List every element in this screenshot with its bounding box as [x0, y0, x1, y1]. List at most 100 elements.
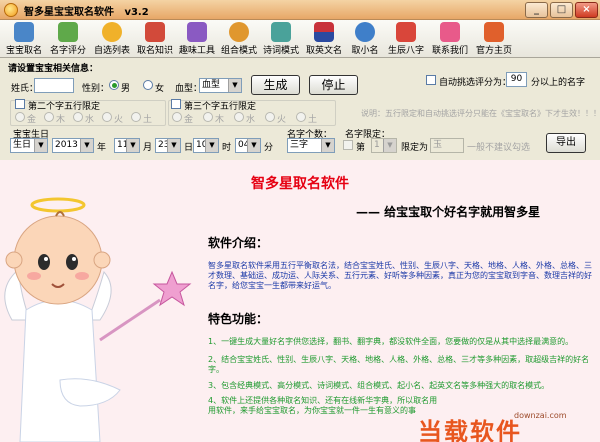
- toolbar-naming-knowledge[interactable]: 取名知识: [134, 22, 176, 57]
- second-char-radio-fire[interactable]: [102, 112, 112, 122]
- toolbar-label: 生辰八字: [387, 46, 424, 56]
- auto-pick-checkbox[interactable]: [426, 75, 436, 85]
- minute-select[interactable]: 04 ▼: [235, 138, 261, 153]
- blood-type-select[interactable]: 血型 ▼: [199, 78, 242, 93]
- toolbar-birth-chart[interactable]: 生辰八字: [384, 22, 428, 57]
- third-char-radio-fire[interactable]: [265, 112, 275, 122]
- fixed-position-select[interactable]: 1 ▼: [371, 138, 397, 153]
- chevron-down-icon: ▼: [383, 139, 396, 152]
- contact-icon: [440, 22, 460, 42]
- home-icon: [484, 22, 504, 42]
- char-count-select[interactable]: 三字 ▼: [287, 138, 335, 153]
- stop-button[interactable]: 停止: [309, 75, 358, 95]
- app-logo-icon: [4, 3, 18, 17]
- toolbar-label: 联系我们: [431, 46, 468, 56]
- third-char-radio-water[interactable]: [234, 112, 244, 122]
- chevron-down-icon: ▼: [80, 139, 93, 152]
- toolbar-official-site[interactable]: 官方主页: [472, 22, 516, 57]
- third-char-radio-wood[interactable]: [203, 112, 213, 122]
- chevron-down-icon: ▼: [126, 139, 139, 152]
- baby-name-icon: [14, 22, 34, 42]
- element-label: 木: [215, 115, 225, 125]
- window-title: 智多星宝宝取名软件 v3.2: [24, 7, 149, 18]
- fixed-char-text: 限定为: [401, 143, 429, 153]
- book-icon: [145, 22, 165, 42]
- calendar-type-select[interactable]: 生日 ▼: [10, 138, 48, 153]
- toolbar-fun-tools[interactable]: 趣味工具: [176, 22, 218, 57]
- year-unit: 年: [97, 143, 107, 153]
- fixed-char-checkbox[interactable]: [343, 140, 353, 150]
- toolbar-contact-us[interactable]: 联系我们: [428, 22, 472, 57]
- toolbar-name-score[interactable]: 名字评分: [46, 22, 90, 57]
- month-unit: 月: [143, 143, 153, 153]
- element-label: 土: [143, 115, 153, 125]
- chevron-down-icon: ▼: [167, 139, 180, 152]
- poem-icon: [271, 22, 291, 42]
- second-char-radio-water[interactable]: [73, 112, 83, 122]
- chevron-down-icon: ▼: [321, 139, 334, 152]
- close-button[interactable]: ×: [575, 2, 598, 18]
- day-unit: 日: [184, 143, 194, 153]
- second-char-radio-wood[interactable]: [44, 112, 54, 122]
- chevron-down-icon: ▼: [247, 139, 260, 152]
- toolbar-combo-mode[interactable]: 组合模式: [218, 22, 260, 57]
- third-char-radio-earth[interactable]: [296, 112, 306, 122]
- char-count-value: 三字: [290, 140, 309, 150]
- toolbar-custom-list[interactable]: 自选列表: [90, 22, 134, 57]
- second-char-checkbox[interactable]: [15, 99, 25, 109]
- settings-panel: 请设置宝宝相关信息： 姓氏： 性别： 男 女 血型： 血型 ▼ 生成 停止 自动…: [0, 58, 600, 160]
- main-toolbar: 宝宝取名 名字评分 自选列表 取名知识 趣味工具 组合模式 诗词模式 取英文名 …: [0, 20, 600, 58]
- star-list-icon: [102, 22, 122, 42]
- export-button[interactable]: 导出: [546, 133, 586, 153]
- toolbar-baby-name[interactable]: 宝宝取名: [2, 22, 46, 57]
- chevron-down-icon: ▼: [228, 79, 241, 92]
- fixed-char-hint: 一般不建议勾选: [467, 143, 531, 153]
- element-label: 木: [56, 115, 66, 125]
- toolbar-label: 取小名: [351, 46, 379, 56]
- fixed-char-input[interactable]: 玉: [430, 138, 464, 153]
- gender-label: 性别：: [82, 84, 110, 94]
- maximize-button[interactable]: □: [550, 2, 573, 18]
- element-label: 金: [27, 115, 37, 125]
- third-char-checkbox[interactable]: [171, 99, 181, 109]
- month-select[interactable]: 11 ▼: [114, 138, 140, 153]
- feature-item: 3、包含经典模式、高分模式、诗词模式、组合模式、起小名、起英文名等多种强大的取名…: [208, 381, 550, 390]
- second-char-radio-metal[interactable]: [15, 112, 25, 122]
- auto-pick-score-input[interactable]: 90: [506, 72, 527, 87]
- element-label: 火: [114, 115, 124, 125]
- score-icon: [58, 22, 78, 42]
- slogan: —— 给宝宝取个好名字就用智多星: [356, 205, 541, 219]
- toolbar-label: 自选列表: [93, 46, 130, 56]
- watermark: 当载软件 downzai.com: [418, 411, 600, 442]
- section-title: 请设置宝宝相关信息：: [8, 64, 99, 74]
- minimize-button[interactable]: _: [525, 2, 548, 18]
- baby-angel-illustration: [4, 197, 192, 442]
- surname-input[interactable]: [34, 78, 74, 93]
- gender-female-radio[interactable]: [143, 80, 153, 90]
- year-select[interactable]: 2013 ▼: [52, 138, 94, 153]
- feature-item: 1、一键生成大量好名字供您选择，翻书、翻字典，都没软件全面，您要做的仅是从其中选…: [208, 337, 574, 346]
- chevron-down-icon: ▼: [34, 139, 47, 152]
- gender-female-label: 女: [155, 84, 165, 94]
- day-select[interactable]: 23 ▼: [155, 138, 181, 153]
- person-icon: [355, 22, 375, 42]
- toolbar-english-name[interactable]: 取英文名: [302, 22, 346, 57]
- gender-male-radio[interactable]: [109, 80, 119, 90]
- calendar-type-value: 生日: [13, 140, 32, 150]
- generate-button[interactable]: 生成: [251, 75, 300, 95]
- watermark-domain: downzai.com: [514, 411, 567, 420]
- minute-unit: 分: [264, 143, 274, 153]
- toolbar-label: 诗词模式: [262, 46, 299, 56]
- third-char-radio-metal[interactable]: [172, 112, 182, 122]
- year-value: 2013: [55, 140, 78, 150]
- toolbar-nickname[interactable]: 取小名: [346, 22, 384, 57]
- fixed-position-value: 1: [374, 140, 380, 150]
- hour-select[interactable]: 10 ▼: [193, 138, 219, 153]
- hint-text: 说明：五行限定和自动挑选评分只能在《宝宝取名》下才生效！！！！！: [361, 109, 600, 118]
- toolbar-label: 官方主页: [475, 46, 512, 56]
- toolbar-poem-mode[interactable]: 诗词模式: [260, 22, 302, 57]
- second-char-radio-earth[interactable]: [131, 112, 141, 122]
- element-label: 金: [184, 115, 194, 125]
- feature-item: 4、软件上还提供各种取名知识、还有在线新华字典，所以取名用用软件，来手给宝宝取名…: [208, 396, 438, 415]
- tool-icon: [187, 22, 207, 42]
